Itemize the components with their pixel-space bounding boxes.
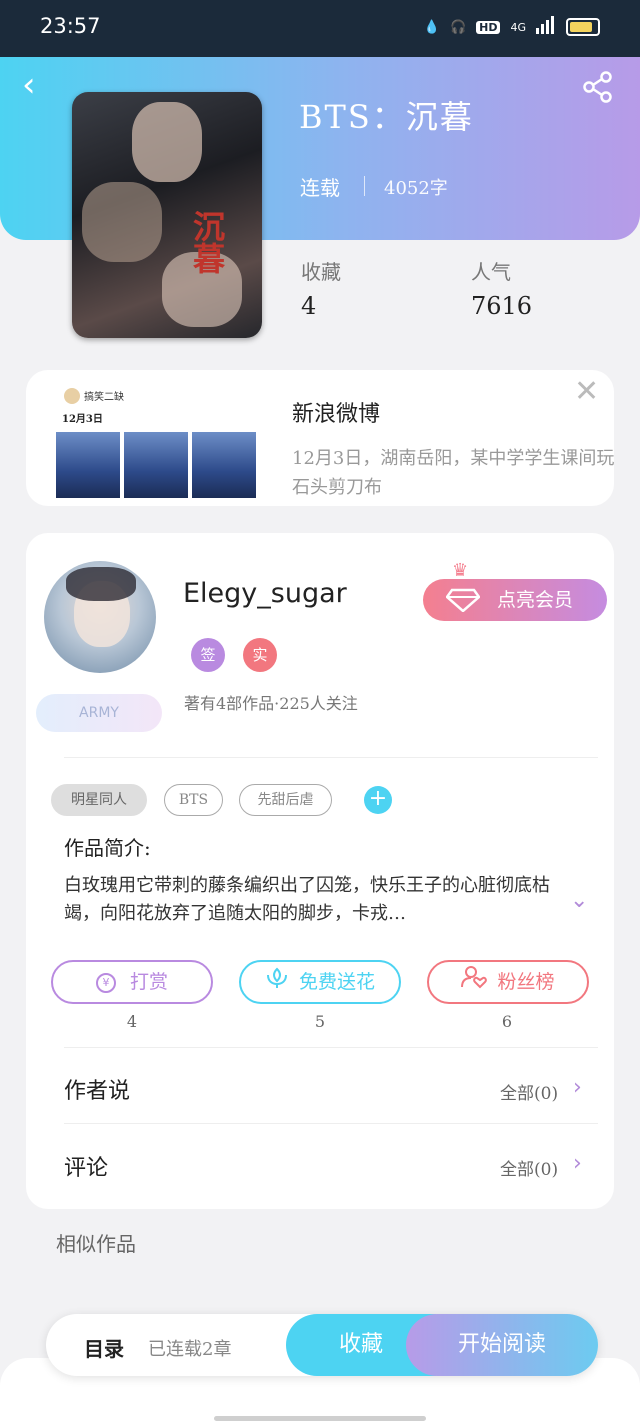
book-cover[interactable]: 沉暮 — [72, 92, 262, 338]
author-meta: 著有4部作品·225人关注 — [184, 694, 358, 713]
divider — [64, 757, 598, 758]
banner-thumbnail: 搞笑二缺 12月3日 — [56, 382, 256, 500]
toc-button[interactable]: 目录 — [84, 1333, 124, 1362]
vip-button-label: 点亮会员 — [497, 589, 574, 611]
send-flower-label: 免费送花 — [298, 971, 375, 993]
book-title: BTS：沉暮 — [299, 98, 474, 136]
verified-badge-label: 实 — [252, 646, 268, 664]
coin-icon: ¥ — [95, 973, 116, 993]
fan-ranking-count: 6 — [501, 1012, 513, 1031]
avatar-hair — [66, 567, 136, 601]
thumb-photo — [56, 432, 120, 498]
divider — [64, 1123, 598, 1124]
add-tag-button[interactable]: + — [364, 786, 392, 814]
divider — [64, 1047, 598, 1048]
close-icon[interactable]: ✕ — [574, 374, 599, 409]
cover-figure — [132, 102, 202, 182]
signed-badge: 签 — [191, 638, 225, 672]
headphones-icon: 🎧 — [449, 19, 467, 35]
reward-label: 打赏 — [129, 971, 168, 993]
author-avatar[interactable] — [44, 561, 156, 673]
reward-button[interactable]: ¥ 打赏 — [51, 960, 213, 1004]
user-heart-icon — [461, 963, 488, 1003]
start-reading-label: 开始阅读 — [457, 1332, 546, 1357]
avatar — [64, 388, 80, 404]
comments-title: 评论 — [64, 1156, 109, 1181]
battery-icon — [566, 18, 600, 36]
status-icons: 💧 🎧 HD 4G — [424, 16, 600, 38]
hd-icon: HD — [476, 20, 501, 34]
banner-title: 新浪微博 — [292, 402, 381, 427]
share-button[interactable] — [582, 70, 614, 104]
fan-badge: ARMY — [36, 694, 162, 732]
thumb-photo — [124, 432, 188, 498]
signal-icon — [536, 16, 556, 38]
stat-favorites-label: 收藏 — [301, 260, 341, 284]
flower-icon — [265, 963, 289, 1003]
fan-ranking-label: 粉丝榜 — [497, 971, 555, 993]
status-bar: 23:57 💧 🎧 HD 4G — [0, 0, 640, 57]
crown-icon: ♛ — [452, 560, 469, 581]
news-banner[interactable]: 搞笑二缺 12月3日 新浪微博 12月3日，湖南岳阳，某中学学生课间玩石头剪刀布… — [26, 370, 614, 506]
author-notes-link[interactable]: 全部(0) — [500, 1079, 558, 1104]
cover-figure — [82, 182, 162, 262]
comments-link[interactable]: 全部(0) — [500, 1155, 558, 1180]
thumb-date: 12月3日 — [62, 414, 103, 425]
send-flower-button[interactable]: 免费送花 — [239, 960, 401, 1004]
diamond-icon — [445, 588, 481, 613]
chevron-right-icon: › — [573, 1151, 582, 1176]
share-icon — [583, 71, 612, 103]
fan-ranking-button[interactable]: 粉丝榜 — [427, 960, 589, 1004]
stat-popularity-value: 7616 — [471, 292, 533, 320]
cover-title-art: 沉暮 — [188, 210, 226, 274]
intro-label: 作品简介: — [64, 836, 151, 860]
intro-text: 白玫瑰用它带刺的藤条编织出了囚笼，快乐王子的心脏彻底枯竭，向阳花放弃了追随太阳的… — [64, 875, 550, 924]
word-count: 4052字 — [384, 178, 448, 199]
network-label: 4G — [510, 20, 526, 34]
start-reading-button[interactable]: 开始阅读 — [406, 1314, 598, 1376]
stat-popularity-label: 人气 — [471, 260, 511, 284]
tag-chip[interactable]: BTS — [164, 784, 223, 816]
reward-count: 4 — [126, 1012, 138, 1031]
chapter-count[interactable]: 已连载2章 — [148, 1335, 231, 1361]
status-time: 23:57 — [40, 14, 101, 38]
back-button[interactable]: ‹ — [22, 68, 52, 102]
tag-chip[interactable]: 明星同人 — [51, 784, 147, 816]
author-name[interactable]: Elegy_sugar — [183, 578, 347, 609]
verified-badge: 实 — [243, 638, 277, 672]
stat-favorites-value: 4 — [301, 292, 317, 320]
drop-icon: 💧 — [423, 19, 440, 35]
signed-badge-label: 签 — [200, 646, 216, 664]
home-indicator[interactable] — [214, 1416, 426, 1421]
flower-count: 5 — [314, 1012, 326, 1031]
favorite-label: 收藏 — [338, 1332, 383, 1357]
divider — [364, 176, 365, 196]
chevron-down-icon[interactable]: ⌄ — [570, 888, 588, 913]
similar-works-heading: 相似作品 — [56, 1232, 136, 1256]
tag-chip[interactable]: 先甜后虐 — [239, 784, 332, 816]
author-notes-title: 作者说 — [64, 1079, 131, 1104]
book-status: 连载 — [300, 176, 340, 200]
banner-text: 12月3日，湖南岳阳，某中学学生课间玩石头剪刀布 — [292, 448, 614, 498]
thumb-name: 搞笑二缺 — [84, 392, 124, 403]
thumb-photo — [192, 432, 256, 498]
chevron-right-icon: › — [573, 1075, 582, 1100]
